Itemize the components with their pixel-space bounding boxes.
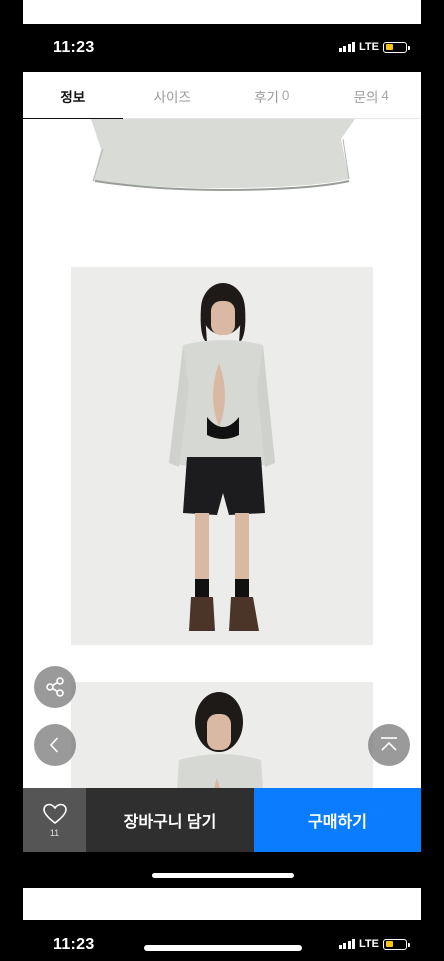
- tab-label: 사이즈: [153, 89, 191, 105]
- battery-icon: [383, 41, 410, 53]
- shirt-hem-image: [91, 119, 355, 191]
- tab-count: 0: [281, 88, 290, 103]
- tab-label: 정보: [60, 89, 86, 105]
- model-photo-front: [71, 267, 373, 645]
- product-image-flat: [23, 119, 421, 274]
- network-label: LTE: [359, 938, 379, 950]
- tab-reviews[interactable]: 후기 0: [222, 72, 322, 119]
- purchase-bar: 11 장바구니 담기 구매하기: [23, 788, 421, 852]
- add-to-cart-button[interactable]: 장바구니 담기: [86, 788, 254, 852]
- tab-count: 4: [381, 88, 389, 103]
- model-illustration: [71, 267, 373, 645]
- like-button[interactable]: 11: [23, 788, 86, 852]
- page-edge: [23, 888, 421, 920]
- network-label: LTE: [359, 41, 379, 53]
- like-count: 11: [49, 827, 60, 838]
- status-time: 11:23: [53, 936, 95, 953]
- share-button[interactable]: [34, 666, 76, 708]
- status-indicators: LTE: [338, 938, 410, 950]
- home-indicator[interactable]: [152, 873, 294, 878]
- heart-icon: [42, 803, 67, 824]
- chevron-left-icon: [49, 737, 59, 753]
- home-indicator-repeat[interactable]: [144, 945, 302, 951]
- status-time: 11:23: [53, 39, 95, 56]
- status-bar-repeat: 11:23 LTE: [23, 920, 421, 961]
- home-indicator-area: [23, 852, 421, 888]
- share-icon: [46, 677, 64, 697]
- scroll-top-button[interactable]: [368, 724, 410, 766]
- battery-icon: [383, 938, 410, 950]
- tab-size[interactable]: 사이즈: [123, 72, 223, 119]
- product-detail-page: 정보 사이즈 후기 0 문의 4 11 장바구니 담기 구매하기: [23, 72, 421, 852]
- signal-icon: [338, 42, 356, 52]
- scroll-top-icon: [381, 737, 397, 751]
- product-tabs: 정보 사이즈 후기 0 문의 4: [23, 72, 422, 120]
- tab-info[interactable]: 정보: [23, 72, 123, 120]
- status-indicators: LTE: [338, 41, 410, 53]
- tab-inquiries[interactable]: 문의 4: [322, 72, 422, 119]
- tab-label: 문의: [353, 89, 379, 105]
- tab-label: 후기: [254, 89, 279, 105]
- signal-icon: [338, 939, 356, 949]
- previous-button[interactable]: [34, 724, 76, 766]
- top-edge: [23, 0, 421, 24]
- buy-button[interactable]: 구매하기: [254, 788, 421, 852]
- status-bar: 11:23 LTE: [23, 24, 421, 72]
- screen: 11:23 LTE 정보 사이즈 후기 0 문의 4 11 장바구니 담기 구매…: [0, 0, 444, 961]
